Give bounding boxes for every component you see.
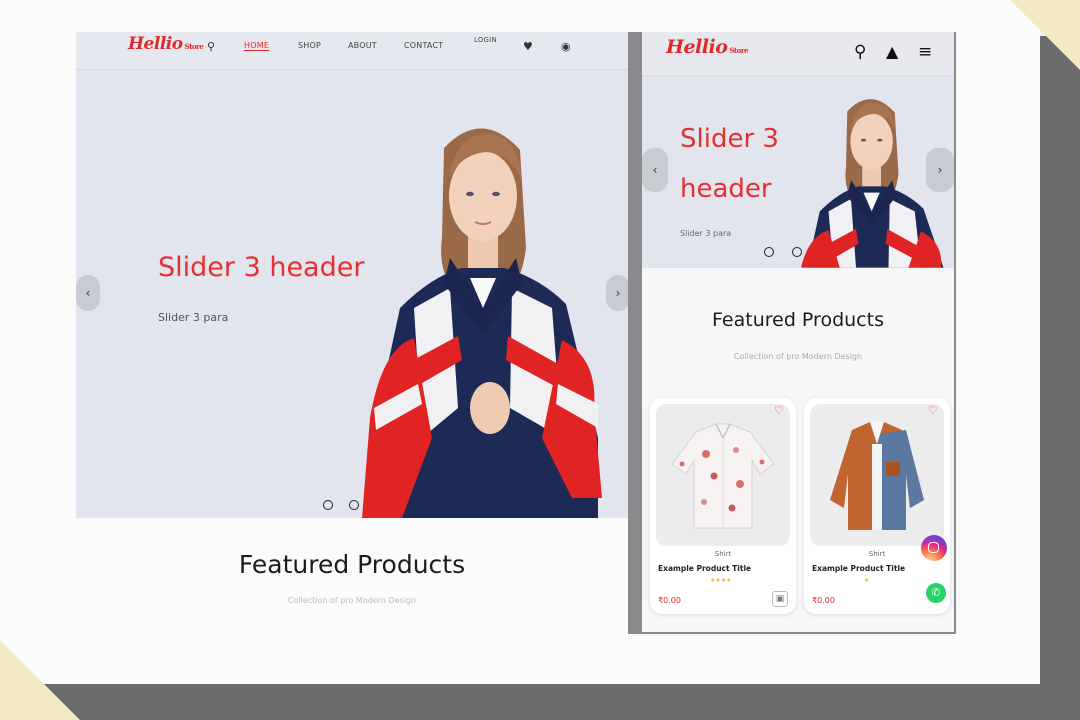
slider-prev-button[interactable]: ‹ xyxy=(642,148,668,192)
floral-shirt-image xyxy=(671,423,775,529)
nav-link-login[interactable]: LOGIN xyxy=(474,36,497,44)
mobile-navbar: Hellio Store ⚲ ▲ ≡ xyxy=(642,32,954,76)
slider-next-button[interactable]: › xyxy=(926,148,954,192)
slider-dot[interactable] xyxy=(764,247,774,257)
slider-dot[interactable] xyxy=(323,500,333,510)
bag-icon[interactable]: ▲ xyxy=(886,42,898,61)
slider-paragraph: Slider 3 para xyxy=(680,229,732,238)
product-card[interactable]: ♡ Shirt Example Product Title ★ ₹0.00 xyxy=(804,398,950,614)
heart-icon[interactable]: ♥ xyxy=(523,40,533,53)
nav-link-contact[interactable]: CONTACT xyxy=(404,41,443,50)
desktop-preview: Hellio Store ⚲ HOME SHOP ABOUT CONTACT LO… xyxy=(76,32,628,518)
star-rating-icon: ★ xyxy=(864,577,870,584)
featured-products-subtitle: Collection of pro Modern Design xyxy=(733,352,863,361)
featured-products-subtitle: Collection of pro Modern Design xyxy=(287,596,417,605)
jacket-image xyxy=(830,422,924,530)
desktop-navbar: Hellio Store ⚲ HOME SHOP ABOUT CONTACT LO… xyxy=(76,32,628,70)
site-logo[interactable]: Hellio Store xyxy=(666,36,748,58)
slider-title: Slider 3 header xyxy=(158,252,365,283)
product-price: ₹0.00 xyxy=(658,596,681,605)
search-icon[interactable]: ⚲ xyxy=(854,42,866,62)
hero-model-image xyxy=(801,99,944,268)
featured-products-title: Featured Products xyxy=(238,550,466,579)
product-price: ₹0.00 xyxy=(812,596,835,605)
slider-paragraph: Slider 3 para xyxy=(158,311,229,324)
product-name[interactable]: Example Product Title xyxy=(812,564,905,573)
bag-icon[interactable]: ◉ xyxy=(561,40,571,53)
slider-title: Slider 3 header xyxy=(680,124,779,204)
nav-link-shop[interactable]: SHOP xyxy=(298,41,321,50)
slider-dot[interactable] xyxy=(349,500,359,510)
slider-dot[interactable] xyxy=(792,247,802,257)
featured-products-title: Featured Products xyxy=(712,309,884,331)
product-name[interactable]: Example Product Title xyxy=(658,564,751,573)
nav-link-home[interactable]: HOME xyxy=(244,41,270,51)
whatsapp-icon[interactable]: ✆ xyxy=(926,583,946,603)
instagram-icon[interactable] xyxy=(921,535,947,561)
wishlist-heart-icon[interactable]: ♡ xyxy=(774,405,786,416)
wishlist-heart-icon[interactable]: ♡ xyxy=(928,405,940,416)
add-to-cart-icon[interactable]: ▣ xyxy=(772,591,788,607)
product-category: Shirt xyxy=(714,550,732,558)
product-image[interactable] xyxy=(656,404,790,546)
star-rating-icon: ★★★★ xyxy=(710,577,732,584)
mobile-screen: Hellio Store ⚲ ▲ ≡ ‹ › Slider 3 header S… xyxy=(642,32,954,632)
search-icon[interactable]: ⚲ xyxy=(207,40,215,53)
hero-model-image xyxy=(362,128,602,518)
menu-icon[interactable]: ≡ xyxy=(918,42,932,62)
nav-link-about[interactable]: ABOUT xyxy=(348,41,377,50)
mobile-preview: Hellio Store ⚲ ▲ ≡ ‹ › Slider 3 header S… xyxy=(628,32,956,634)
site-logo[interactable]: Hellio Store xyxy=(128,34,204,54)
product-card[interactable]: ♡ Shirt Example Product Title ★★★★ ₹0.00… xyxy=(650,398,796,614)
product-image[interactable] xyxy=(810,404,944,546)
mobile-slider: ‹ › Slider 3 header Slider 3 para xyxy=(642,76,954,268)
slider-next-button[interactable]: › xyxy=(606,275,628,311)
slider-prev-button[interactable]: ‹ xyxy=(76,275,100,311)
